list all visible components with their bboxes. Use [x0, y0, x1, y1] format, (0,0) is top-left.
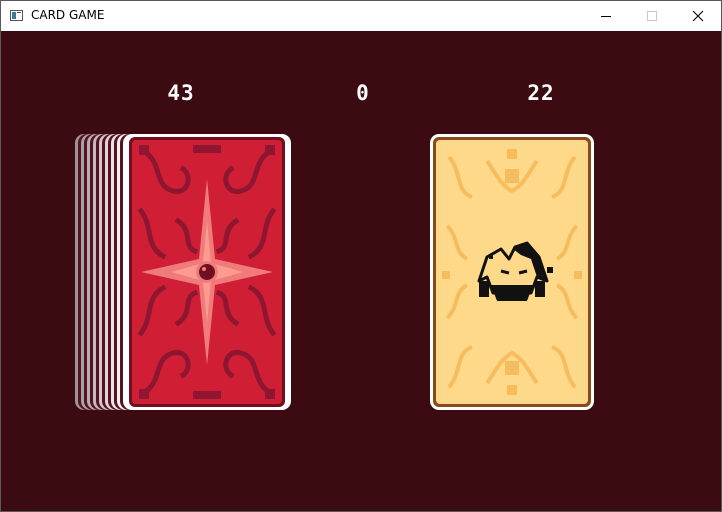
title-bar[interactable]: CARD GAME — [1, 1, 721, 31]
game-window: CARD GAME 43 0 22 — [0, 0, 722, 512]
close-button[interactable] — [675, 1, 721, 31]
app-icon — [10, 10, 23, 21]
minimize-icon — [601, 16, 611, 17]
close-icon — [692, 10, 704, 22]
score-right: 22 — [527, 81, 555, 105]
maximize-button[interactable] — [629, 1, 675, 31]
window-title: CARD GAME — [31, 8, 105, 22]
score-left: 43 — [167, 81, 195, 105]
score-center: 0 — [356, 81, 370, 105]
minimize-button[interactable] — [583, 1, 629, 31]
deck-card-back[interactable] — [123, 131, 291, 413]
played-card-joker[interactable] — [427, 131, 597, 413]
maximize-icon — [647, 11, 657, 21]
